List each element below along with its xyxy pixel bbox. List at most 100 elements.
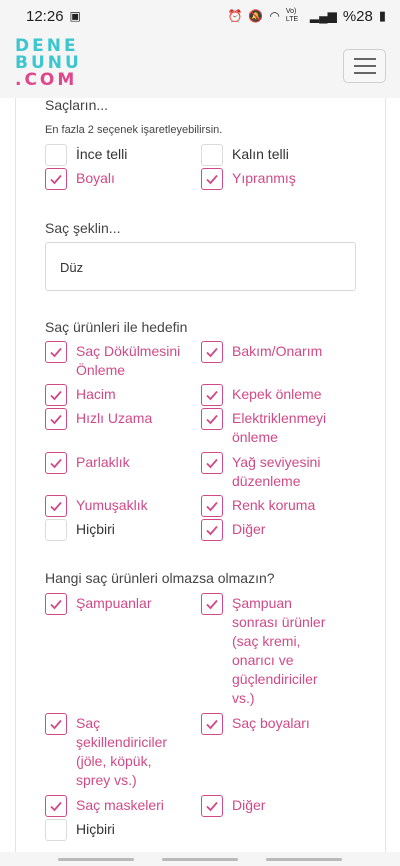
check-icon — [206, 599, 218, 610]
option-label: Hiçbiri — [76, 521, 115, 537]
status-time: 12:26 — [26, 7, 64, 25]
checkbox[interactable] — [201, 144, 223, 166]
site-header: DENE BUNU .COM — [0, 32, 400, 98]
checkbox[interactable] — [45, 452, 67, 474]
option-parlaklik[interactable]: Parlaklık — [45, 452, 130, 474]
check-icon — [50, 801, 62, 812]
checkbox[interactable] — [45, 341, 67, 363]
option-label: Hızlı Uzama — [76, 410, 153, 426]
back-button[interactable] — [266, 858, 342, 861]
checkbox[interactable] — [45, 713, 67, 735]
option-sac-sekillendiriciler[interactable]: Saç şekillendiriciler (jöle, köpük, spre… — [45, 713, 185, 790]
checkbox[interactable] — [201, 495, 223, 517]
option-sampuanlar[interactable]: Şampuanlar — [45, 593, 152, 615]
option-label: Renk koruma — [232, 497, 316, 513]
checkbox[interactable] — [45, 819, 67, 841]
menu-icon-bar — [353, 65, 376, 67]
checkbox[interactable] — [201, 452, 223, 474]
menu-icon-bar — [353, 72, 376, 74]
option-sac-boyalari[interactable]: Saç boyaları — [201, 713, 310, 735]
option-label: Elektriklenmeyi önleme — [232, 410, 327, 445]
checkbox[interactable] — [201, 408, 223, 430]
option-diger[interactable]: Diğer — [201, 519, 265, 541]
status-bar: 12:26 ▣ ⏰ 🔕 ◠ Vo) LTE ▂▄▆ %28 ▮ — [0, 0, 400, 32]
home-button[interactable] — [162, 858, 238, 861]
signal-icon: ▂▄▆ — [309, 9, 337, 23]
checkbox[interactable] — [201, 384, 223, 406]
checkbox[interactable] — [45, 408, 67, 430]
menu-icon-bar — [353, 58, 376, 60]
checkbox[interactable] — [45, 384, 67, 406]
battery-percentage: %28 — [342, 7, 373, 25]
checkbox[interactable] — [45, 519, 67, 541]
option-hicbiri-urun[interactable]: Hiçbiri — [45, 819, 115, 841]
must-haves-title: Hangi saç ürünleri olmazsa olmazın? — [45, 570, 275, 586]
check-icon — [50, 347, 62, 358]
check-icon — [206, 719, 218, 730]
check-icon — [50, 174, 62, 185]
option-label: Yumuşaklık — [76, 497, 148, 513]
checkbox[interactable] — [45, 795, 67, 817]
option-label: Şampuan sonrası ürünler (saç kremi, onar… — [232, 595, 326, 706]
check-icon — [206, 174, 218, 185]
checkbox[interactable] — [45, 593, 67, 615]
recents-button[interactable] — [58, 858, 134, 861]
check-icon — [206, 525, 218, 536]
option-label: Kalın telli — [232, 146, 289, 162]
check-icon — [50, 458, 62, 469]
logo-line-3: .COM — [15, 70, 78, 90]
check-icon — [206, 458, 218, 469]
option-sac-maskeleri[interactable]: Saç maskeleri — [45, 795, 164, 817]
check-icon — [50, 390, 62, 401]
checkbox[interactable] — [201, 795, 223, 817]
check-icon — [206, 501, 218, 512]
hair-shape-title: Saç şeklin... — [45, 220, 121, 236]
option-label: Saç şekillendiriciler (jöle, köpük, spre… — [76, 715, 168, 788]
option-renk-koruma[interactable]: Renk koruma — [201, 495, 315, 517]
checkbox[interactable] — [201, 341, 223, 363]
option-kalin-telli[interactable]: Kalın telli — [201, 144, 289, 166]
option-kepek-onleme[interactable]: Kepek önleme — [201, 384, 322, 406]
check-icon — [206, 414, 218, 425]
check-icon — [206, 390, 218, 401]
notification-icon: ▣ — [69, 9, 81, 23]
check-icon — [50, 719, 62, 730]
hair-shape-input[interactable]: Düz — [45, 242, 356, 291]
hair-type-hint: En fazla 2 seçenek işaretleyebilirsin. — [45, 124, 223, 136]
check-icon — [206, 347, 218, 358]
site-logo[interactable]: DENE BUNU .COM — [15, 38, 82, 89]
checkbox[interactable] — [201, 713, 223, 735]
option-label: Bakım/Onarım — [232, 343, 323, 359]
option-diger-urun[interactable]: Diğer — [201, 795, 265, 817]
option-label: Hacim — [76, 386, 116, 402]
option-label: Hiçbiri — [76, 821, 115, 837]
system-navigation-bar — [0, 852, 400, 866]
checkbox[interactable] — [45, 144, 67, 166]
goals-title: Saç ürünleri ile hedefin — [45, 319, 188, 335]
option-ince-telli[interactable]: İnce telli — [45, 144, 127, 166]
checkbox[interactable] — [201, 168, 223, 190]
checkbox[interactable] — [45, 495, 67, 517]
option-label: Yıpranmış — [232, 170, 296, 186]
option-sampuan-sonrasi-urunler[interactable]: Şampuan sonrası ürünler (saç kremi, onar… — [201, 593, 341, 708]
option-bakim-onarim[interactable]: Bakım/Onarım — [201, 341, 361, 363]
option-elektriklenmeyi-onleme[interactable]: Elektriklenmeyi önleme — [201, 408, 341, 447]
option-hicbiri[interactable]: Hiçbiri — [45, 519, 115, 541]
checkbox[interactable] — [201, 519, 223, 541]
check-icon — [50, 501, 62, 512]
option-hizli-uzama[interactable]: Hızlı Uzama — [45, 408, 152, 430]
option-yag-seviyesini-duzenleme[interactable]: Yağ seviyesini düzenleme — [201, 452, 331, 491]
check-icon — [50, 414, 62, 425]
checkbox[interactable] — [201, 593, 223, 615]
option-hacim[interactable]: Hacim — [45, 384, 116, 406]
wifi-icon: ◠ — [269, 9, 280, 23]
hamburger-menu-button[interactable] — [343, 49, 386, 83]
option-yumusaklik[interactable]: Yumuşaklık — [45, 495, 148, 517]
check-icon — [206, 801, 218, 812]
option-boyali[interactable]: Boyalı — [45, 168, 115, 190]
check-icon — [50, 599, 62, 610]
option-yipranmis[interactable]: Yıpranmış — [201, 168, 296, 190]
option-sac-dokulmesini-onleme[interactable]: Saç Dökülmesini Önleme — [45, 341, 195, 380]
option-label: Saç maskeleri — [76, 797, 164, 813]
checkbox[interactable] — [45, 168, 67, 190]
